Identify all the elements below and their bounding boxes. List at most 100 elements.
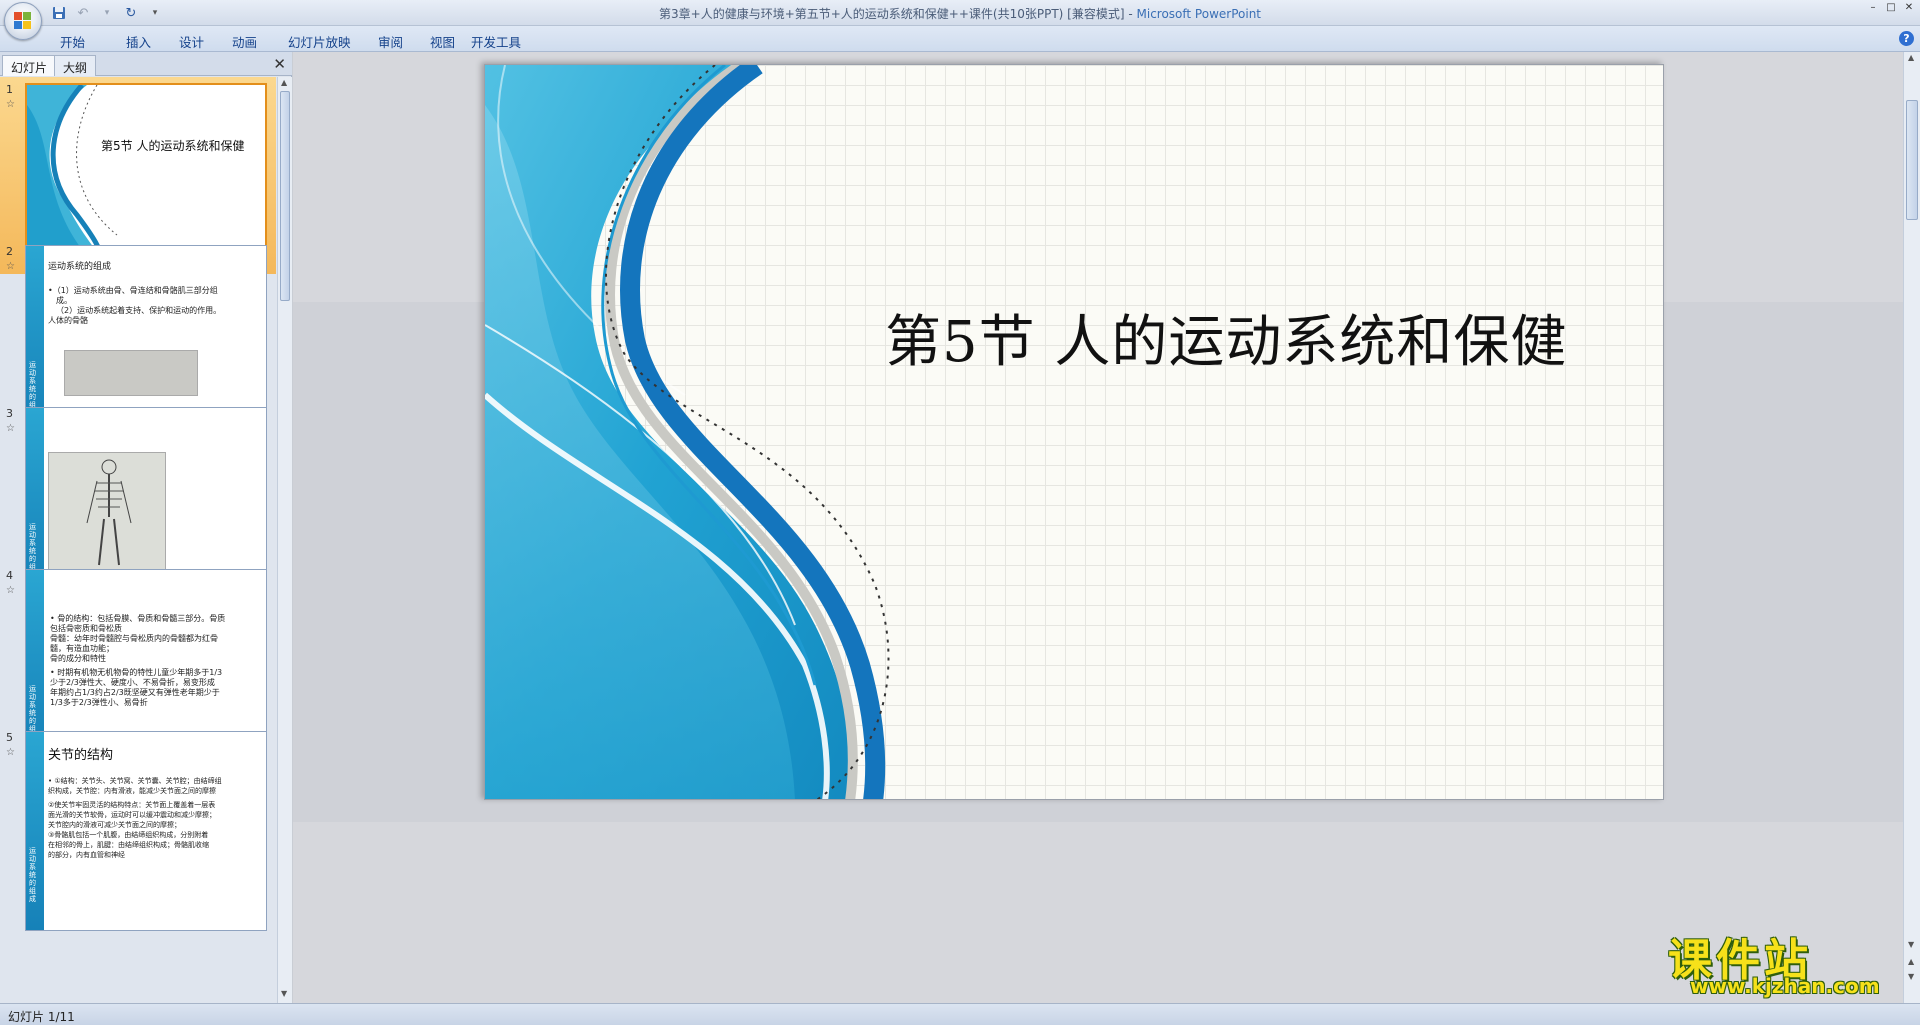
thumbnail-side-strip: 运动系统的组成 — [26, 570, 44, 750]
scroll-down-icon[interactable]: ▼ — [281, 989, 287, 998]
thumbnail-image: 运动系统的组成 • 骨的结构：包括骨膜、骨质和骨髓三部分。骨质 包括骨密质和骨松… — [25, 569, 267, 751]
scroll-thumb[interactable] — [280, 91, 290, 301]
thumbnail-side-strip: 运动系统的组成 — [26, 246, 44, 426]
thumbnail-text: 成。 — [56, 296, 72, 305]
maximize-button[interactable]: □ — [1884, 2, 1898, 14]
pane-tab-bar: 幻灯片 大纲 ✕ — [0, 52, 292, 76]
thumbnail-text: 1/3多于2/3弹性小、易骨折 — [50, 698, 148, 707]
slide-number: 3 — [6, 407, 13, 420]
thumbnail-heading: 关节的结构 — [48, 748, 114, 763]
thumbnail-text: • ①结构：关节头、关节窝、关节囊、关节腔；由结缔组 — [48, 777, 222, 785]
tab-developer[interactable]: 开发工具 — [471, 30, 541, 53]
tab-slide-show[interactable]: 幻灯片放映 — [288, 30, 378, 53]
app-name: Microsoft PowerPoint — [1136, 7, 1262, 21]
slide-editor: 第5节 人的运动系统和保健 — [293, 52, 1903, 1003]
customize-qat-icon[interactable]: ▾ — [146, 4, 164, 22]
scroll-up-icon[interactable]: ▲ — [1908, 53, 1914, 62]
scroll-up-icon[interactable]: ▲ — [281, 78, 287, 87]
thumbnail-side-strip: 运动系统的组成 — [26, 408, 44, 588]
tab-review[interactable]: 审阅 — [378, 30, 430, 53]
slide-number: 4 — [6, 569, 13, 582]
thumbnail-text: 骨髓：幼年时骨髓腔与骨松质内的骨髓都为红骨 — [50, 634, 218, 643]
undo-icon[interactable]: ↶ — [74, 4, 92, 22]
tab-insert[interactable]: 插入 — [126, 30, 179, 53]
thumbnail-text: • 时期有机物无机物骨的特性儿童少年期多于1/3 — [50, 668, 223, 677]
thumbnail-text: 织构成，关节腔：内有滑液，能减少关节面之间的摩擦 — [48, 787, 216, 795]
office-logo-icon — [14, 12, 32, 30]
tab-design[interactable]: 设计 — [179, 30, 232, 53]
star-icon: ☆ — [6, 261, 15, 272]
quick-access-toolbar: ↶ ▾ ↻ ▾ — [50, 3, 164, 23]
thumbnail-title: 第5节 人的运动系统和保健 — [101, 139, 245, 153]
thumbnail-image: 运动系统的组成 运动系统的组成 •（1）运动系统由骨、骨连结和骨骼肌三部分组 成… — [25, 245, 267, 427]
minimize-button[interactable]: – — [1866, 2, 1880, 14]
thumbnail-text: 少于2/3弹性大、硬度小、不易骨折，易变形成 — [50, 678, 215, 687]
thumbnail-image: 运动系统的组成 — [25, 407, 267, 589]
slide-counter: 幻灯片 1/11 — [8, 1010, 75, 1024]
scroll-thumb[interactable] — [1906, 100, 1918, 220]
slide-thumbnail-5[interactable]: 5 ☆ 运动系统的组成 关节的结构 • ①结构：关节头、关节窝、关节囊、关节腔；… — [0, 725, 276, 931]
office-button[interactable] — [4, 2, 42, 40]
slide-number: 1 — [6, 83, 13, 96]
thumbnail-text: 在相邻的骨上，肌腱：由结缔组织构成；骨骼肌收缩 — [48, 841, 209, 849]
tab-view[interactable]: 视图 — [430, 30, 471, 53]
tab-outline[interactable]: 大纲 — [54, 55, 97, 76]
current-slide[interactable]: 第5节 人的运动系统和保健 — [484, 64, 1664, 800]
slides-pane: 幻灯片 大纲 ✕ 1 ☆ 第5节 人的运动系统和保健 2 ☆ 运动系统的组 运动… — [0, 52, 292, 1003]
thumbnail-text: ③骨骼肌包括一个肌腹，由结缔组织构成，分别附着 — [48, 831, 209, 839]
thumbnail-text: ②使关节牢固灵活的结构特点：关节面上覆盖着一层表 — [48, 801, 216, 809]
star-icon: ☆ — [6, 585, 15, 596]
slide-title[interactable]: 第5节 人的运动系统和保健 — [885, 297, 1567, 378]
thumbnail-text: • 骨的结构：包括骨膜、骨质和骨髓三部分。骨质 — [50, 614, 226, 623]
thumbnail-text: •（1）运动系统由骨、骨连结和骨骼肌三部分组 — [48, 286, 218, 295]
wave-decoration — [485, 65, 890, 799]
slide-number: 2 — [6, 245, 13, 258]
window-controls: – □ ✕ — [1866, 2, 1916, 14]
tab-animations[interactable]: 动画 — [232, 30, 288, 53]
status-bar: 幻灯片 1/11 — [0, 1003, 1920, 1025]
redo-icon[interactable]: ↻ — [122, 4, 140, 22]
thumbnail-text: 髓，有造血功能； — [50, 644, 114, 653]
slide-number: 5 — [6, 731, 13, 744]
close-pane-icon[interactable]: ✕ — [273, 55, 286, 73]
help-icon[interactable]: ? — [1899, 31, 1914, 46]
watermark-url: www.kjzhan.com — [1690, 974, 1880, 998]
thumbnail-text: 的部分，内有血管和神经 — [48, 851, 125, 859]
thumbnail-text: 人体的骨骼 — [48, 316, 88, 325]
close-button[interactable]: ✕ — [1902, 2, 1916, 14]
skeleton-picture — [48, 452, 166, 570]
next-slide-icon[interactable]: ▼ — [1908, 972, 1914, 981]
tab-home[interactable]: 开始 — [60, 30, 126, 53]
window-title: 第3章+人的健康与环境+第五节+人的运动系统和保健++课件(共10张PPT) [… — [0, 5, 1920, 22]
star-icon: ☆ — [6, 99, 15, 110]
thumbnail-picture — [64, 350, 198, 396]
wave-decoration — [27, 85, 118, 263]
thumbnail-text: 面光滑的关节软骨，运动时可以缓冲震动和减少摩擦； — [48, 811, 216, 819]
thumbnail-text: 包括骨密质和骨松质 — [50, 624, 122, 633]
strip-label: 运动系统的组成 — [29, 847, 36, 903]
thumbnail-text: 骨的成分和特性 — [50, 654, 106, 663]
star-icon: ☆ — [6, 423, 15, 434]
site-watermark: 课件站 www.kjzhan.com — [1668, 924, 1908, 998]
thumbnail-text: 年期约占1/3约占2/3既坚硬又有弹性老年期少于 — [50, 688, 220, 697]
previous-slide-icon[interactable]: ▲ — [1908, 957, 1914, 966]
thumbnail-image: 第5节 人的运动系统和保健 — [25, 83, 267, 265]
thumbnail-image: 运动系统的组成 关节的结构 • ①结构：关节头、关节窝、关节囊、关节腔；由结缔组… — [25, 731, 267, 931]
save-icon[interactable] — [50, 4, 68, 22]
undo-dropdown-icon[interactable]: ▾ — [98, 4, 116, 22]
tab-slides[interactable]: 幻灯片 — [2, 55, 57, 76]
thumbnail-heading: 运动系统的组成 — [48, 262, 112, 272]
thumbnail-text: 关节腔内的滑液可减少关节面之间的摩擦； — [48, 821, 181, 829]
title-bar: 第3章+人的健康与环境+第五节+人的运动系统和保健++课件(共10张PPT) [… — [0, 0, 1920, 26]
ribbon-tab-bar: 开始 插入 设计 动画 幻灯片放映 审阅 视图 开发工具 ? — [0, 26, 1920, 52]
slide-thumbnails: 1 ☆ 第5节 人的运动系统和保健 2 ☆ 运动系统的组成 运动系统的组成 •（… — [0, 77, 276, 1003]
star-icon: ☆ — [6, 747, 15, 758]
thumbnail-scrollbar[interactable]: ▲ ▼ — [277, 77, 292, 1003]
scroll-down-icon[interactable]: ▼ — [1908, 940, 1914, 949]
thumbnail-text: （2）运动系统起着支持、保护和运动的作用。 — [56, 306, 222, 315]
document-name: 第3章+人的健康与环境+第五节+人的运动系统和保健++课件(共10张PPT) [… — [659, 7, 1125, 21]
title-separator: - — [1124, 7, 1137, 21]
slide-scrollbar[interactable]: ▲ ▼ ▲ ▼ — [1903, 52, 1920, 1003]
ribbon-tabs: 开始 插入 设计 动画 幻灯片放映 审阅 视图 开发工具 — [60, 30, 541, 53]
thumbnail-side-strip: 运动系统的组成 — [26, 732, 44, 930]
